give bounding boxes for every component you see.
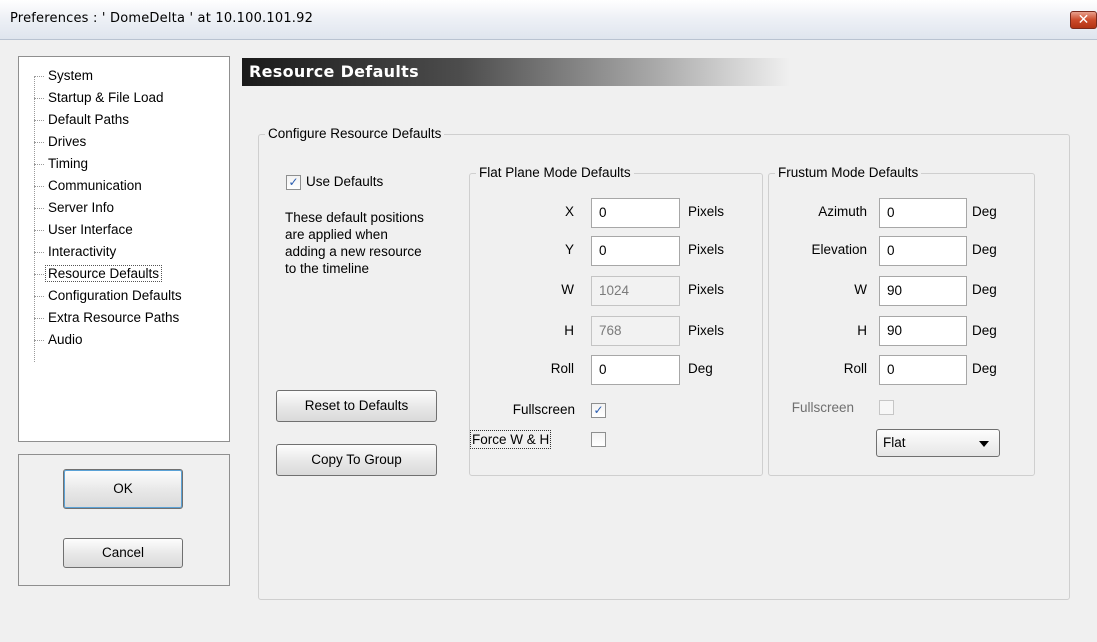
check-icon: ✓ [593, 403, 604, 417]
tree-item-timing[interactable]: Timing [34, 153, 230, 175]
flat-roll-label: Roll [550, 361, 574, 376]
force-wh-checkbox[interactable] [591, 432, 606, 447]
frustum-elevation-unit: Deg [972, 242, 997, 257]
frustum-elevation-input[interactable]: 0 [879, 236, 967, 266]
description-line: are applied when [285, 227, 388, 242]
group-legend: Configure Resource Defaults [265, 126, 445, 142]
tree-item-label: Default Paths [48, 112, 130, 127]
description-line: to the timeline [285, 261, 370, 276]
tree-item-audio[interactable]: Audio [34, 329, 230, 351]
close-button[interactable]: ✕ [1070, 11, 1097, 29]
use-defaults-label: Use Defaults [306, 174, 384, 189]
tree-item-extra-resource-paths[interactable]: Extra Resource Paths [34, 307, 230, 329]
frustum-azimuth-label: Azimuth [818, 204, 867, 219]
description-line: adding a new resource [285, 244, 422, 259]
section-title: Resource Defaults [249, 62, 419, 81]
frustum-azimuth-input[interactable]: 0 [879, 198, 967, 228]
tree-item-interactivity[interactable]: Interactivity [34, 241, 230, 263]
flat-x-label: X [564, 204, 574, 219]
flat-y-label: Y [564, 242, 574, 257]
section-header: Resource Defaults [242, 58, 790, 86]
flat-roll-unit: Deg [688, 361, 713, 376]
flat-y-unit: Pixels [688, 242, 725, 257]
tree-item-label: Communication [48, 178, 142, 193]
frustum-elevation-label: Elevation [811, 242, 867, 257]
frustum-w-label: W [854, 282, 867, 297]
title-bar: Preferences : ' DomeDelta ' at 10.100.10… [0, 0, 1097, 40]
frustum-h-input[interactable]: 90 [879, 316, 967, 346]
frustum-roll-label: Roll [843, 361, 867, 376]
tree-item-resource-defaults[interactable]: Resource Defaults [34, 263, 230, 285]
flat-fullscreen-checkbox[interactable]: ✓ [591, 403, 606, 418]
frustum-w-input[interactable]: 90 [879, 276, 967, 306]
check-icon: ✓ [288, 175, 299, 189]
tree-item-server-info[interactable]: Server Info [34, 197, 230, 219]
tree-item-label: Extra Resource Paths [48, 310, 180, 325]
tree-item-label: Resource Defaults [44, 265, 163, 282]
chevron-down-icon [979, 441, 989, 447]
tree-item-startup-file-load[interactable]: Startup & File Load [34, 87, 230, 109]
defaults-description: These default positions are applied when… [285, 209, 460, 277]
group-legend: Frustum Mode Defaults [775, 165, 922, 181]
tree-item-default-paths[interactable]: Default Paths [34, 109, 230, 131]
flat-x-unit: Pixels [688, 204, 725, 219]
flat-w-input: 1024 [591, 276, 680, 306]
frustum-h-unit: Deg [972, 323, 997, 338]
frustum-w-unit: Deg [972, 282, 997, 297]
frustum-roll-unit: Deg [972, 361, 997, 376]
tree-item-user-interface[interactable]: User Interface [34, 219, 230, 241]
use-defaults-checkbox[interactable]: ✓ [286, 175, 301, 190]
flat-roll-input[interactable]: 0 [591, 355, 680, 385]
copy-to-group-button[interactable]: Copy To Group [276, 444, 437, 476]
close-icon: ✕ [1077, 11, 1090, 27]
flat-h-unit: Pixels [688, 323, 725, 338]
flat-h-input: 768 [591, 316, 680, 346]
frustum-fullscreen-checkbox [879, 400, 894, 415]
frustum-h-label: H [857, 323, 867, 338]
frustum-azimuth-unit: Deg [972, 204, 997, 219]
cancel-button[interactable]: Cancel [63, 538, 183, 568]
flat-y-input[interactable]: 0 [591, 236, 680, 266]
flat-h-label: H [564, 323, 574, 338]
frustum-mode-value: Flat [883, 435, 906, 450]
tree-item-label: Drives [48, 134, 87, 149]
preferences-tree: System Startup & File Load Default Paths… [18, 56, 230, 442]
window-title: Preferences : ' DomeDelta ' at 10.100.10… [10, 11, 314, 26]
tree-item-label: System [48, 68, 94, 83]
tree-item-label: Server Info [48, 200, 115, 215]
flat-w-unit: Pixels [688, 282, 725, 297]
tree-item-label: Interactivity [48, 244, 117, 259]
tree-item-label: Audio [48, 332, 83, 347]
tree-item-label: Startup & File Load [48, 90, 164, 105]
tree-item-drives[interactable]: Drives [34, 131, 230, 153]
tree-item-label: Configuration Defaults [48, 288, 182, 303]
frustum-fullscreen-label: Fullscreen [791, 400, 854, 415]
flat-x-input[interactable]: 0 [591, 198, 680, 228]
tree-item-system[interactable]: System [34, 65, 230, 87]
tree-item-communication[interactable]: Communication [34, 175, 230, 197]
tree-item-configuration-defaults[interactable]: Configuration Defaults [34, 285, 230, 307]
reset-to-defaults-button[interactable]: Reset to Defaults [276, 390, 437, 422]
description-line: These default positions [285, 210, 424, 225]
flat-w-label: W [561, 282, 574, 297]
tree-item-label: User Interface [48, 222, 133, 237]
tree-item-label: Timing [48, 156, 89, 171]
group-legend: Flat Plane Mode Defaults [476, 165, 634, 181]
ok-button[interactable]: OK [63, 469, 183, 509]
frustum-roll-input[interactable]: 0 [879, 355, 967, 385]
flat-fullscreen-label: Fullscreen [512, 402, 575, 417]
frustum-mode-select[interactable]: Flat [876, 429, 1000, 457]
dialog-buttons-panel: OK Cancel [18, 454, 230, 586]
force-wh-label[interactable]: Force W & H [469, 430, 552, 449]
